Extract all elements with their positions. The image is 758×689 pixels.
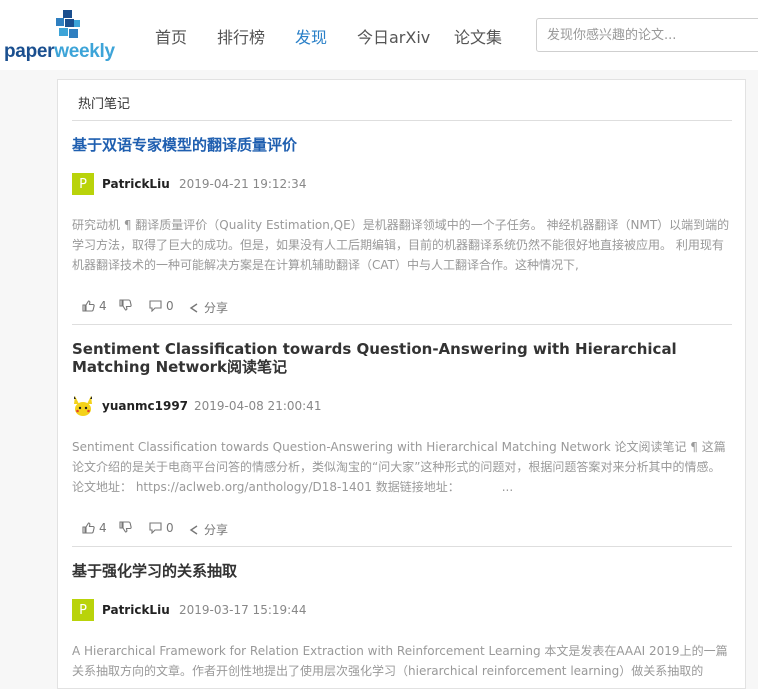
share-label: 分享	[204, 523, 229, 537]
post-date: 2019-04-21 19:12:34	[179, 177, 307, 191]
thumb-up-icon	[82, 300, 95, 312]
search-input[interactable]	[536, 18, 758, 52]
logo-wordmark: paperweekly	[4, 41, 115, 63]
post-date: 2019-03-17 15:19:44	[179, 603, 307, 617]
post-date: 2019-04-08 21:00:41	[194, 399, 322, 413]
thumb-down-icon	[119, 521, 132, 533]
share-label: 分享	[204, 301, 229, 315]
comment-count: 0	[166, 521, 174, 535]
logo-text-weekly: weekly	[54, 41, 115, 62]
pikachu-avatar-icon[interactable]	[72, 395, 94, 417]
like-button[interactable]: 4	[82, 299, 107, 313]
note-title-link[interactable]: 基于双语专家模型的翻译质量评价	[72, 136, 712, 154]
site-logo[interactable]: paperweekly	[4, 8, 130, 66]
divider	[72, 546, 732, 547]
panel-title: 热门笔记	[78, 97, 131, 112]
note-excerpt: Sentiment Classification towards Questio…	[72, 440, 726, 494]
avatar[interactable]: P	[72, 173, 94, 195]
nav-item-paper-collection[interactable]: 论文集	[454, 24, 502, 48]
nav-item-today-arxiv[interactable]: 今日arXiv	[357, 24, 430, 48]
hot-notes-panel: 热门笔记 基于双语专家模型的翻译质量评价 P PatrickLiu 2019-0…	[57, 79, 746, 689]
avatar[interactable]: P	[72, 599, 94, 621]
divider	[72, 324, 732, 325]
author-name[interactable]: PatrickLiu	[102, 603, 170, 617]
logo-text-paper: paper	[4, 41, 55, 62]
nav-item-ranking[interactable]: 排行榜	[217, 24, 265, 48]
logo-mark-icon	[56, 10, 80, 38]
nav-item-discover[interactable]: 发现	[295, 24, 327, 48]
share-button[interactable]: 分享	[188, 521, 228, 538]
dislike-button[interactable]	[119, 299, 136, 311]
thumb-up-icon	[82, 522, 95, 534]
note-title-link[interactable]: 基于强化学习的关系抽取	[72, 562, 712, 580]
comment-count: 0	[166, 299, 174, 313]
share-button[interactable]: 分享	[188, 299, 228, 316]
like-count: 4	[99, 299, 107, 313]
note-excerpt: A Hierarchical Framework for Relation Ex…	[72, 644, 728, 678]
comment-button[interactable]: 0	[149, 521, 174, 535]
comment-icon	[149, 300, 162, 312]
share-icon	[189, 302, 198, 313]
dislike-button[interactable]	[119, 521, 136, 533]
comment-button[interactable]: 0	[149, 299, 174, 313]
like-button[interactable]: 4	[82, 521, 107, 535]
thumb-down-icon	[119, 299, 132, 311]
note-title-link[interactable]: Sentiment Classification towards Questio…	[72, 340, 712, 376]
divider	[72, 120, 732, 121]
note-excerpt: 研究动机 ¶ 翻译质量评价（Quality Estimation,QE）是机器翻…	[72, 218, 730, 272]
like-count: 4	[99, 521, 107, 535]
top-navigation-bar: paperweekly 首页 排行榜 发现 今日arXiv 论文集	[0, 0, 758, 70]
author-name[interactable]: yuanmc1997	[102, 399, 188, 413]
nav-item-home[interactable]: 首页	[155, 24, 187, 48]
comment-icon	[149, 522, 162, 534]
author-name[interactable]: PatrickLiu	[102, 177, 170, 191]
share-icon	[189, 524, 198, 535]
